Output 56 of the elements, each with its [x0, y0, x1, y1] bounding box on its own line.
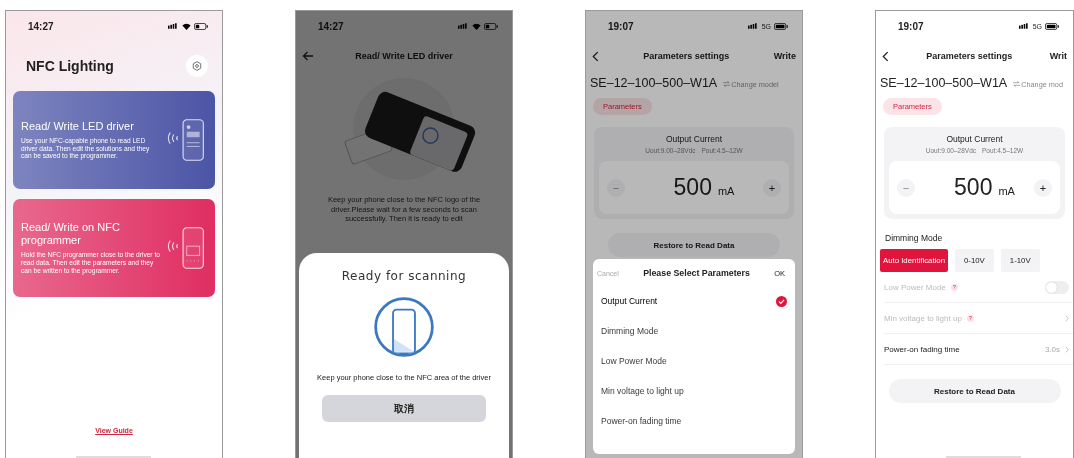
wifi-icon [182, 22, 191, 30]
current-value: 500 [673, 174, 712, 201]
status-time: 19:07 [608, 20, 634, 32]
status-time: 14:27 [28, 20, 54, 32]
parameter-option[interactable]: Dimming Mode [601, 326, 659, 336]
back-button[interactable] [882, 50, 889, 62]
output-current-label: Output Current [946, 134, 1003, 144]
screen-title: Parameters settings [643, 51, 730, 61]
chevron-icon[interactable] [1065, 345, 1069, 353]
write-button[interactable]: Write [773, 51, 796, 61]
setting-value: 3.0s [1044, 344, 1060, 354]
app-title: NFC Lighting [26, 58, 114, 74]
setting-label: Power-on fading time [884, 344, 960, 354]
picker-title: Please Select Parameters [643, 268, 750, 278]
back-button[interactable] [592, 50, 599, 62]
increase-button[interactable]: + [763, 178, 781, 197]
back-chevron-icon [882, 50, 889, 62]
card-title: Read/ Write LED driver [21, 119, 135, 133]
write-button[interactable]: Writ [1049, 51, 1067, 61]
battery-icon [194, 22, 208, 30]
screen-title: Read/ Write LED driver [355, 51, 453, 61]
parameter-option[interactable]: Power-on fading time [601, 416, 682, 426]
model-name: SE–12–100–500–W1A [590, 76, 718, 90]
cancel-button[interactable]: 取消 [322, 395, 486, 422]
restore-button[interactable]: Restore to Read Data [608, 233, 780, 257]
unit-label: mA [717, 185, 735, 197]
restore-button[interactable]: Restore to Read Data [888, 379, 1061, 403]
battery-icon [1045, 22, 1059, 30]
model-name: SE–12–100–500–W1A [880, 76, 1008, 90]
sheet-title: Ready for scanning [341, 269, 467, 283]
output-current-label: Output Current [665, 134, 723, 144]
current-value: 500 [954, 174, 993, 201]
unit-label: mA [998, 185, 1015, 197]
battery-icon [774, 22, 788, 30]
back-chevron-icon [592, 50, 599, 62]
battery-icon [484, 22, 498, 30]
dimming-mode-label: Dimming Mode [884, 232, 944, 245]
signal-icon [1018, 23, 1030, 29]
signal-icon [458, 23, 469, 29]
increase-button[interactable]: + [1034, 178, 1052, 197]
status-time: 19:07 [898, 20, 924, 32]
back-arrow-icon [302, 51, 314, 61]
signal-icon [168, 23, 179, 29]
parameter-option[interactable]: Output Current [601, 296, 658, 306]
screen-title: Parameters settings [926, 51, 1013, 61]
signal-icon [747, 23, 759, 29]
card-title: Read/ Write on NFC programmer [21, 221, 121, 248]
check-icon [776, 295, 787, 307]
parameter-option[interactable]: Low Power Mode [601, 356, 667, 366]
phone-scan-icon [372, 295, 436, 359]
status-time: 14:27 [318, 20, 344, 32]
wifi-icon [472, 22, 481, 30]
chevron-icon[interactable] [1065, 314, 1069, 322]
settings-icon [192, 61, 202, 71]
settings-button[interactable] [186, 55, 208, 77]
parameter-option[interactable]: Min voltage to light up [601, 386, 684, 396]
